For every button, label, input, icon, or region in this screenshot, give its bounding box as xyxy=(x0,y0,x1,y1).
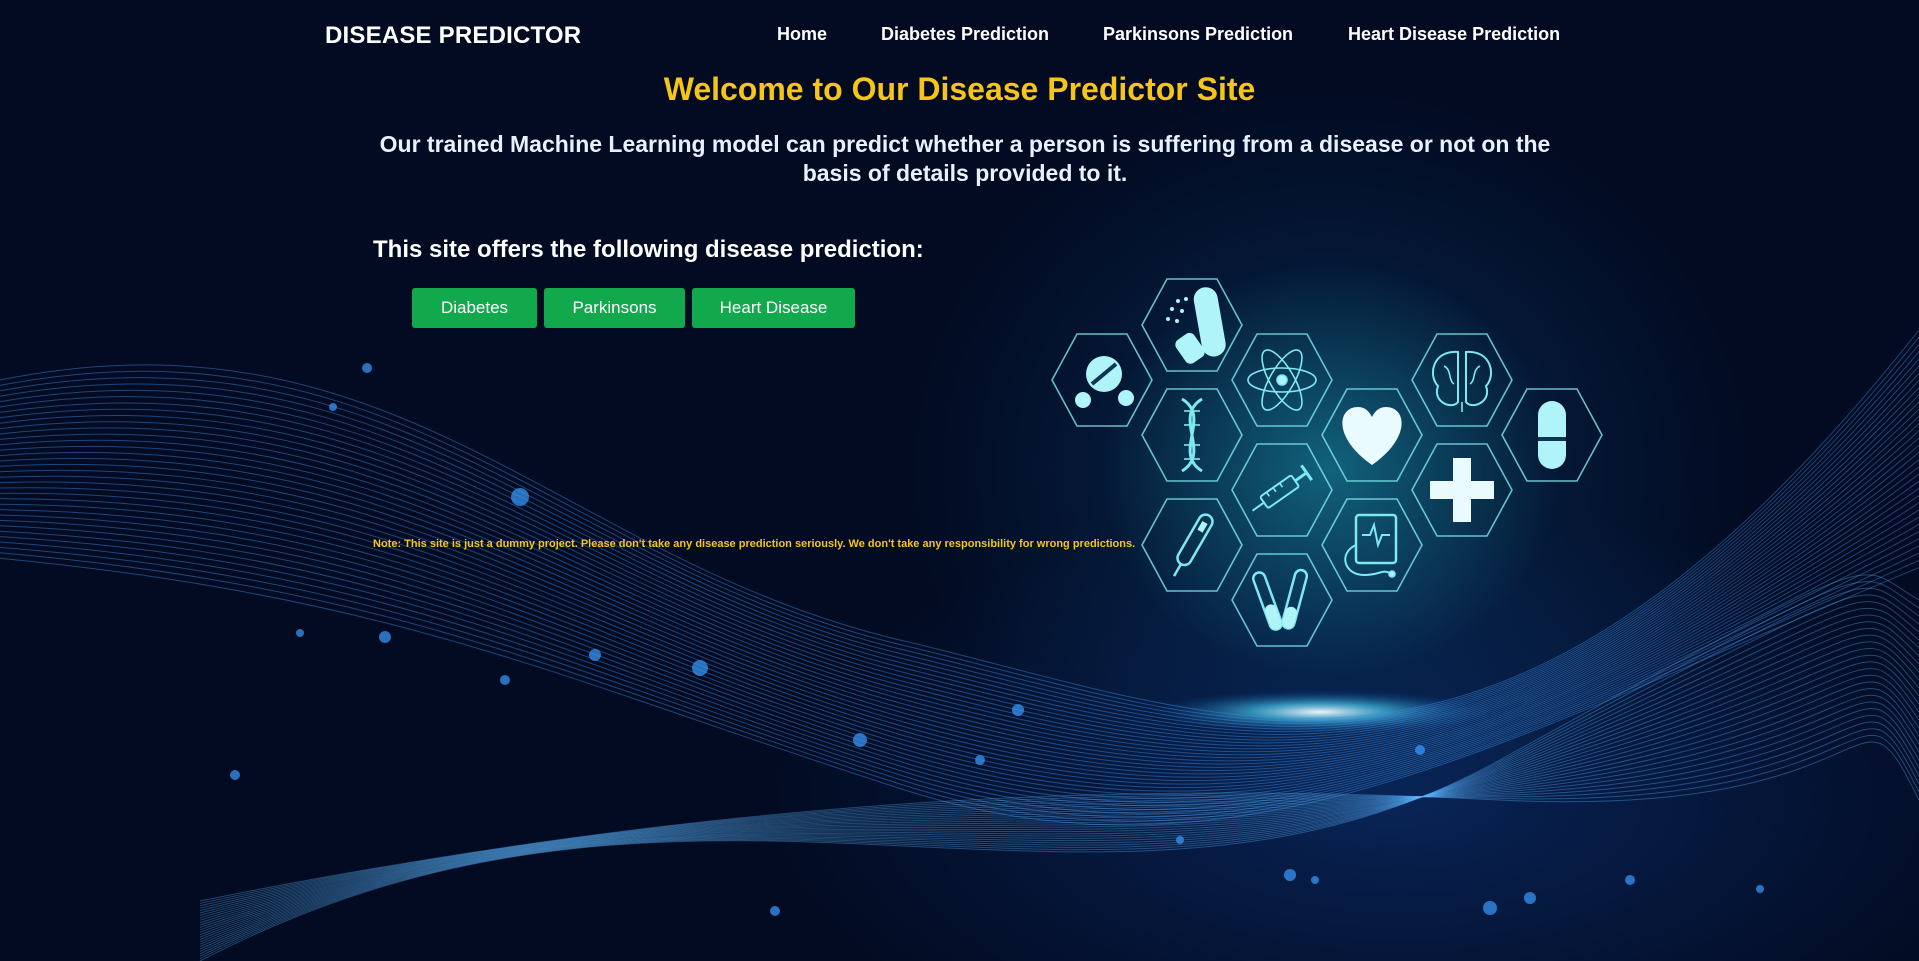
atom-icon xyxy=(1231,333,1333,427)
wave-line xyxy=(0,523,1919,803)
wave-line xyxy=(0,509,1919,796)
bokeh-dot xyxy=(1483,901,1497,915)
heart-disease-button[interactable]: Heart Disease xyxy=(692,288,855,328)
site-brand[interactable]: DISEASE PREDICTOR xyxy=(325,22,581,50)
thermometer-icon xyxy=(1141,498,1243,592)
wave-line xyxy=(199,708,1919,914)
offers-heading: This site offers the following disease p… xyxy=(373,236,924,263)
nav-home[interactable]: Home xyxy=(777,24,827,45)
bokeh-dot xyxy=(511,488,529,506)
medical-icons-hex-cluster xyxy=(1045,270,1625,670)
heart-icon xyxy=(1321,388,1423,482)
bokeh-dot xyxy=(589,649,601,661)
bokeh-dot xyxy=(500,675,510,685)
nav-parkinsons-prediction[interactable]: Parkinsons Prediction xyxy=(1103,24,1293,45)
diabetes-button[interactable]: Diabetes xyxy=(412,288,537,328)
wave-line xyxy=(0,480,1919,782)
bokeh-dot xyxy=(1012,704,1024,716)
capsule-spill-icon xyxy=(1141,278,1243,372)
bokeh-dot xyxy=(853,733,867,747)
bokeh-dot xyxy=(1284,869,1296,881)
bokeh-dot xyxy=(1756,885,1764,893)
page-title: Welcome to Our Disease Predictor Site xyxy=(663,71,1256,107)
bokeh-dot xyxy=(1415,745,1425,755)
hero-description: Our trained Machine Learning model can p… xyxy=(379,131,1551,186)
bokeh-dot xyxy=(362,363,372,373)
nav-diabetes-prediction[interactable]: Diabetes Prediction xyxy=(881,24,1049,45)
disclaimer-note: Note: This site is just a dummy project.… xyxy=(373,538,1136,550)
dna-icon xyxy=(1141,388,1243,482)
wave-line xyxy=(0,437,1919,762)
top-navbar: DISEASE PREDICTOR Home Diabetes Predicti… xyxy=(0,0,1919,70)
nav-heart-disease-prediction[interactable]: Heart Disease Prediction xyxy=(1348,24,1560,45)
wave-line xyxy=(0,452,1919,768)
bokeh-dot xyxy=(230,770,240,780)
wave-line xyxy=(0,444,1919,765)
capsule-icon xyxy=(1501,388,1603,482)
wave-line xyxy=(199,734,1919,904)
syringe-icon xyxy=(1231,443,1333,537)
ecg-monitor-icon xyxy=(1321,498,1423,592)
brain-icon xyxy=(1411,333,1513,427)
wave-line xyxy=(199,721,1919,909)
wave-line xyxy=(199,694,1919,919)
bokeh-dot xyxy=(770,906,780,916)
bokeh-dot xyxy=(1311,876,1319,884)
pills-icon xyxy=(1051,333,1153,427)
bokeh-dot xyxy=(1625,875,1635,885)
bokeh-dot xyxy=(1524,892,1536,904)
parkinsons-button[interactable]: Parkinsons xyxy=(544,288,685,328)
bokeh-dot xyxy=(975,755,985,765)
test-tubes-icon xyxy=(1231,553,1333,647)
wave-line xyxy=(0,408,1919,750)
medical-cross-icon xyxy=(1411,443,1513,537)
bokeh-dot xyxy=(1176,836,1184,844)
bokeh-dot xyxy=(296,629,304,637)
bokeh-dot xyxy=(692,660,708,676)
bokeh-dot xyxy=(379,631,391,643)
bokeh-dot xyxy=(329,403,337,411)
